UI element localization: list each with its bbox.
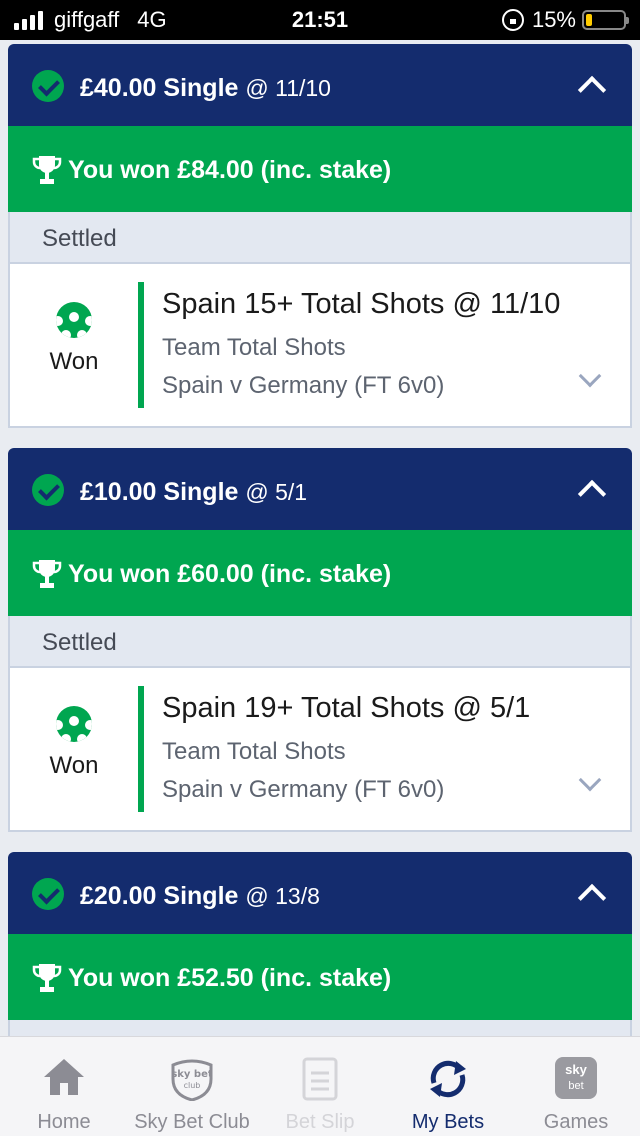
bet-card: £10.00 Single @ 5/1 You won £60.00 (inc.… [8, 448, 632, 832]
bet-title: £40.00 Single @ 11/10 [80, 74, 331, 103]
chevron-up-icon[interactable] [577, 883, 607, 913]
nav-sky-bet-club[interactable]: sky bet club Sky Bet Club [128, 1037, 256, 1136]
chevron-up-icon[interactable] [577, 75, 607, 105]
chevron-down-icon[interactable] [578, 768, 602, 792]
bet-odds: @ 11/10 [245, 75, 331, 101]
settled-bar: Settled [8, 212, 632, 264]
trophy-icon [32, 560, 62, 588]
win-indicator [138, 282, 144, 408]
bet-header[interactable]: £10.00 Single @ 5/1 [8, 448, 632, 530]
games-icon: sky bet [555, 1057, 597, 1099]
club-badge-bottom: club [184, 1081, 201, 1090]
won-amount: You won £60.00 (inc. stake) [68, 560, 392, 588]
football-icon [56, 706, 92, 742]
bet-slip-icon [302, 1057, 338, 1101]
nav-games-label: Games [543, 1111, 609, 1133]
bet-stake: £40.00 Single [80, 74, 239, 102]
nav-mybets-label: My Bets [411, 1111, 485, 1133]
bet-header[interactable]: £40.00 Single @ 11/10 [8, 44, 632, 126]
bet-header[interactable]: £20.00 Single @ 13/8 [8, 852, 632, 934]
nav-games[interactable]: sky bet Games [512, 1037, 640, 1136]
bet-odds: @ 5/1 [245, 479, 308, 505]
bet-stake: £10.00 Single [80, 478, 239, 506]
win-indicator [138, 686, 144, 812]
trophy-icon [32, 964, 62, 992]
status-bar: giffgaff 4G 21:51 15% [0, 0, 640, 40]
outcome-label: Won [49, 752, 99, 779]
battery-icon [582, 10, 629, 30]
won-amount: You won £52.50 (inc. stake) [68, 964, 392, 992]
bet-stake: £20.00 Single [80, 882, 239, 910]
status-right: 15% [501, 7, 629, 33]
check-circle-icon [32, 70, 64, 102]
won-amount: You won £84.00 (inc. stake) [68, 156, 392, 184]
market-name: Team Total Shots [162, 738, 346, 765]
settled-bar: Settled [8, 616, 632, 668]
nav-my-bets[interactable]: My Bets [384, 1037, 512, 1136]
rotation-lock-icon [501, 9, 524, 31]
games-badge-top: sky [565, 1062, 587, 1077]
selection-row[interactable]: Won Spain 19+ Total Shots @ 5/1 Team Tot… [8, 668, 632, 832]
nav-home-label: Home [37, 1111, 91, 1133]
bottom-nav: Home sky bet club Sky Bet Club Bet Slip … [0, 1036, 640, 1136]
won-banner: You won £84.00 (inc. stake) [8, 126, 632, 212]
check-circle-icon [32, 878, 64, 910]
won-banner: You won £60.00 (inc. stake) [8, 530, 632, 616]
bet-status: Settled [42, 629, 117, 656]
battery-percent: 15% [531, 7, 576, 32]
check-circle-icon [32, 474, 64, 506]
bet-title: £20.00 Single @ 13/8 [80, 882, 320, 911]
nav-bet-slip[interactable]: Bet Slip [256, 1037, 384, 1136]
won-banner: You won £52.50 (inc. stake) [8, 934, 632, 1020]
nav-home[interactable]: Home [0, 1037, 128, 1136]
sky-bet-club-icon: sky bet club [171, 1059, 213, 1101]
chevron-down-icon[interactable] [578, 364, 602, 388]
nav-slip-label: Bet Slip [285, 1111, 355, 1133]
nav-club-label: Sky Bet Club [134, 1111, 250, 1133]
football-icon [56, 302, 92, 338]
outcome-label: Won [49, 348, 99, 375]
selection-row[interactable]: Won Spain 15+ Total Shots @ 11/10 Team T… [8, 264, 632, 428]
market-name: Team Total Shots [162, 334, 346, 361]
home-icon [44, 1059, 84, 1095]
bet-status: Settled [42, 225, 117, 252]
bet-card: £40.00 Single @ 11/10 You won £84.00 (in… [8, 44, 632, 428]
trophy-icon [32, 156, 62, 184]
club-badge-top: sky bet [171, 1069, 213, 1080]
bet-odds: @ 13/8 [245, 883, 320, 909]
event-name: Spain v Germany (FT 6v0) [162, 776, 445, 803]
selection-name: Spain 19+ Total Shots @ 5/1 [162, 692, 531, 724]
my-bets-icon [430, 1060, 466, 1098]
games-badge-bottom: bet [568, 1080, 584, 1092]
event-name: Spain v Germany (FT 6v0) [162, 372, 445, 399]
selection-name: Spain 15+ Total Shots @ 11/10 [162, 288, 561, 320]
bet-title: £10.00 Single @ 5/1 [80, 478, 307, 507]
chevron-up-icon[interactable] [577, 479, 607, 509]
